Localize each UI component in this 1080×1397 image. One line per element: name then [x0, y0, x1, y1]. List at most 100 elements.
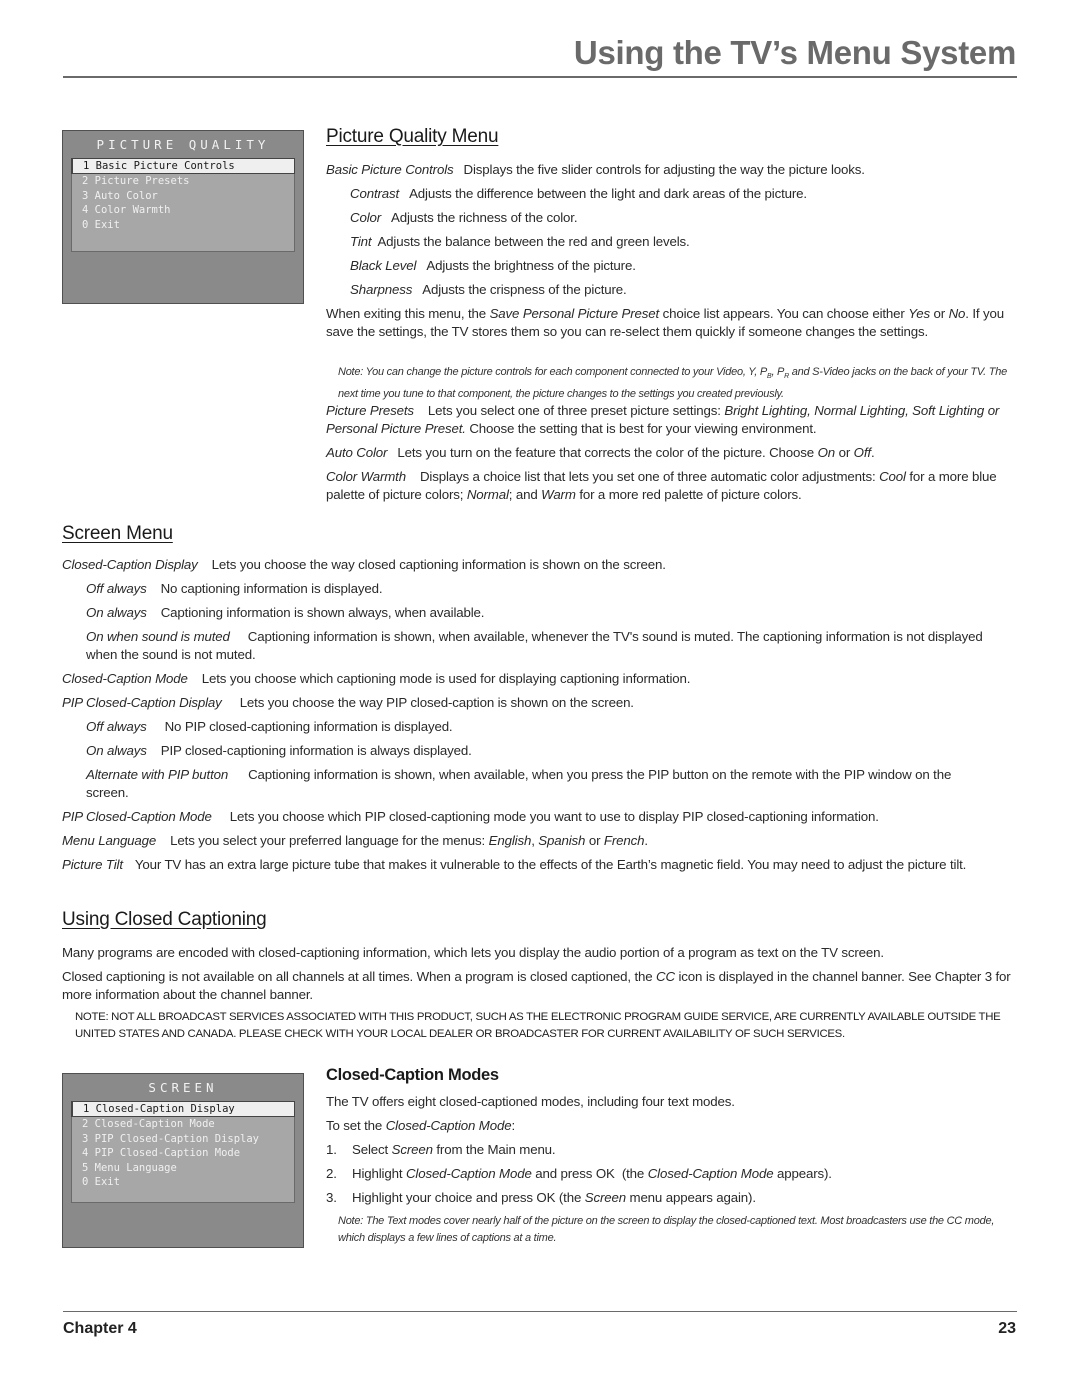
osd-title: PICTURE QUALITY: [96, 137, 270, 152]
emphasis: Closed-Caption Mode: [647, 1166, 774, 1181]
definition: Lets you choose the way PIP closed-capti…: [239, 695, 634, 710]
term: Color Warmth: [326, 469, 406, 484]
text: or: [929, 306, 949, 321]
emphasis: Cool: [879, 469, 906, 484]
osd-menu-item[interactable]: 0 Exit: [72, 218, 294, 232]
definition: Lets you choose which captioning mode is…: [201, 671, 691, 686]
osd-menu-item[interactable]: 4 PIP Closed-Caption Mode: [72, 1146, 294, 1160]
term: PIP Closed-Caption Mode: [62, 809, 212, 824]
emphasis: Off: [853, 445, 871, 460]
definition-cc-on-when-muted: On when sound is muted Captioning informa…: [86, 628, 1006, 664]
osd-menu-item[interactable]: 3 Auto Color: [72, 189, 294, 203]
definition-basic-picture-controls: Basic Picture Controls Displays the five …: [326, 161, 1016, 179]
cc-intro-paragraph: Many programs are encoded with closed-ca…: [62, 945, 884, 960]
emphasis: Screen: [391, 1142, 433, 1157]
term: Basic Picture Controls: [326, 162, 454, 177]
emphasis: Screen: [584, 1190, 626, 1205]
osd-menu-item[interactable]: 5 Menu Language: [72, 1161, 294, 1175]
term: On always: [86, 605, 147, 620]
osd-title: SCREEN: [148, 1080, 218, 1095]
text: To set the: [326, 1118, 386, 1133]
cc-icon-label: CC: [656, 969, 675, 984]
text: Note: You can change the picture control…: [338, 366, 768, 378]
definition-pip-off-always: Off always No PIP closed-captioning infor…: [86, 718, 453, 736]
definition: Displays a choice list that lets you set…: [419, 469, 880, 484]
definition-picture-presets: Picture Presets Lets you select one of th…: [326, 402, 1016, 438]
term: Black Level: [350, 258, 417, 273]
term: Sharpness: [350, 282, 413, 297]
osd-menu-item[interactable]: 2 Picture Presets: [72, 174, 294, 188]
text: or: [585, 833, 604, 848]
osd-menu-list: 1 Closed-Caption Display 2 Closed-Captio…: [71, 1101, 295, 1203]
definition: Adjusts the richness of the color.: [391, 210, 578, 225]
emphasis: No: [948, 306, 966, 321]
term: Auto Color: [326, 445, 388, 460]
emphasis: Normal: [466, 487, 509, 502]
emphasis: Spanish: [538, 833, 586, 848]
step-1: 1. Select Screen from the Main menu.: [326, 1141, 556, 1159]
definition-sharpness: Sharpness Adjusts the crispness of the pi…: [350, 281, 627, 299]
section-heading-closed-captioning: Using Closed Captioning: [62, 909, 267, 930]
definition-cc-off-always: Off always No captioning information is d…: [86, 580, 383, 598]
term: Closed-Caption Mode: [62, 671, 188, 686]
definition: Adjusts the balance between the red and …: [377, 234, 690, 249]
step-3: 3. Highlight your choice and press OK (th…: [326, 1189, 756, 1207]
osd-menu-item[interactable]: 3 PIP Closed-Caption Display: [72, 1132, 294, 1146]
definition-picture-tilt: Picture Tilt Your TV has an extra large p…: [62, 856, 1017, 874]
term: Closed-Caption Display: [62, 557, 198, 572]
step-number: 3.: [326, 1190, 337, 1205]
definition: Adjusts the crispness of the picture.: [422, 282, 627, 297]
osd-menu-item[interactable]: 0 Exit: [72, 1175, 294, 1189]
section-heading-picture-quality: Picture Quality Menu: [326, 126, 499, 147]
text: Highlight your choice and press OK (the: [352, 1190, 585, 1205]
definition: Your TV has an extra large picture tube …: [134, 857, 967, 872]
text: ; and: [508, 487, 542, 502]
exit-menu-paragraph: When exiting this menu, the Save Persona…: [326, 305, 1016, 341]
cc-modes-intro: The TV offers eight closed-captioned mod…: [326, 1094, 735, 1109]
picture-quality-osd: PICTURE QUALITY 1 Basic Picture Controls…: [62, 130, 304, 304]
term: Alternate with PIP button: [86, 767, 229, 782]
text: Select: [352, 1142, 392, 1157]
definition: Adjusts the difference between the light…: [409, 186, 807, 201]
text-modes-note: Note: The Text modes cover nearly half o…: [338, 1215, 995, 1244]
text: appears).: [773, 1166, 832, 1181]
osd-menu-item[interactable]: 2 Closed-Caption Mode: [72, 1117, 294, 1131]
text: , P: [771, 366, 785, 378]
definition: No captioning information is displayed.: [160, 581, 383, 596]
text: choice list appears. You can choose eith…: [659, 306, 909, 321]
step-2: 2. Highlight Closed-Caption Mode and pres…: [326, 1165, 832, 1183]
definition-color-warmth: Color Warmth Displays a choice list that …: [326, 468, 1016, 504]
emphasis: Save Personal Picture Preset: [489, 306, 660, 321]
term: On always: [86, 743, 147, 758]
picture-controls-note: Note: You can change the picture control…: [338, 364, 1008, 402]
subsection-heading-cc-modes: Closed-Caption Modes: [326, 1066, 499, 1084]
term: Picture Tilt: [62, 857, 123, 872]
text: :: [511, 1118, 516, 1133]
osd-menu-item[interactable]: 1 Basic Picture Controls: [71, 158, 295, 175]
definition: Displays the five slider controls for ad…: [463, 162, 865, 177]
definition: Lets you choose which PIP closed-caption…: [229, 809, 879, 824]
text: .: [870, 445, 875, 460]
osd-menu-item[interactable]: 1 Closed-Caption Display: [71, 1101, 295, 1118]
definition-pip-alternate: Alternate with PIP button Captioning info…: [86, 766, 986, 802]
definition-contrast: Contrast Adjusts the difference between t…: [350, 185, 807, 203]
definition-menu-language: Menu Language Lets you select your prefer…: [62, 832, 1017, 850]
definition-cc-mode: Closed-Caption Mode Lets you choose which…: [62, 670, 1017, 688]
term: Color: [350, 210, 382, 225]
chapter-label: Chapter 4: [63, 1320, 137, 1337]
screen-osd: SCREEN 1 Closed-Caption Display 2 Closed…: [62, 1073, 304, 1248]
definition: Captioning information is shown always, …: [160, 605, 485, 620]
text: Choose the setting that is best for your…: [465, 421, 817, 436]
text: for a more red palette of picture colors…: [575, 487, 802, 502]
term: PIP Closed-Caption Display: [62, 695, 222, 710]
definition-black-level: Black Level Adjusts the brightness of the…: [350, 257, 636, 275]
title-rule: [63, 76, 1017, 78]
footer-rule: [63, 1311, 1017, 1312]
emphasis: Yes: [908, 306, 930, 321]
osd-menu-item[interactable]: 4 Color Warmth: [72, 203, 294, 217]
definition-pip-on-always: On always PIP closed-captioning informati…: [86, 742, 472, 760]
term: Menu Language: [62, 833, 157, 848]
term: Off always: [86, 581, 147, 596]
term: Off always: [86, 719, 147, 734]
definition: Lets you turn on the feature that correc…: [397, 445, 818, 460]
